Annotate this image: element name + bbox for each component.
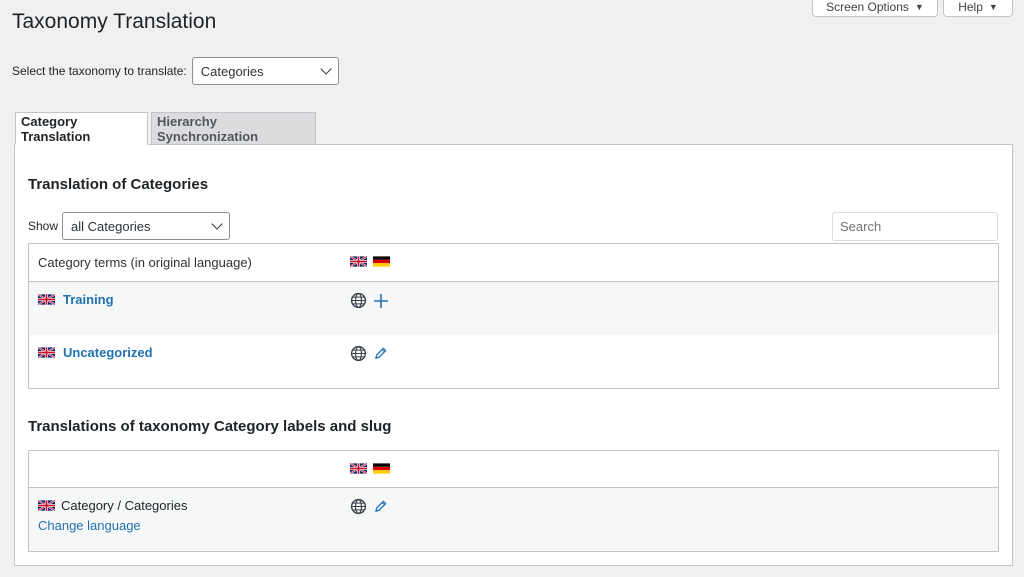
taxonomy-select-value: Categories [200, 63, 264, 79]
table-row: Training [29, 282, 998, 335]
translation-panel: Translation of Categories Show all Categ… [14, 144, 1013, 566]
show-filter-row: Show all Categories [28, 212, 231, 240]
pencil-icon[interactable] [373, 346, 388, 361]
help-label: Help [958, 0, 983, 14]
taxonomy-selector-row: Select the taxonomy to translate: Catego… [12, 57, 339, 85]
english-flag-icon [38, 500, 55, 511]
globe-icon[interactable] [350, 345, 367, 362]
tab-category-translation[interactable]: Category Translation [15, 112, 148, 145]
terms-header-label: Category terms (in original language) [38, 255, 252, 270]
globe-icon[interactable] [350, 292, 367, 309]
category-label-text: Category / Categories [61, 498, 188, 513]
term-link-training[interactable]: Training [63, 292, 114, 307]
chevron-down-icon [211, 218, 223, 230]
caret-down-icon: ▼ [914, 2, 924, 12]
terms-table-header: Category terms (in original language) [29, 244, 998, 282]
globe-icon[interactable] [350, 498, 367, 515]
labels-table: Category / Categories Change language [28, 450, 999, 552]
plus-icon[interactable] [373, 293, 389, 309]
show-filter-value: all Categories [71, 218, 151, 234]
search-input[interactable] [832, 212, 998, 241]
terms-table: Category terms (in original language) Tr… [28, 243, 999, 389]
table-row: Category / Categories Change language [29, 488, 998, 551]
labels-table-header [29, 451, 998, 488]
table-row: Uncategorized [29, 335, 998, 388]
taxonomy-select[interactable]: Categories [191, 57, 339, 85]
page-title: Taxonomy Translation [12, 10, 217, 33]
screen-options-label: Screen Options [826, 0, 909, 14]
english-flag-icon [350, 463, 367, 474]
term-link-uncategorized[interactable]: Uncategorized [63, 345, 153, 360]
german-flag-icon [373, 256, 390, 267]
english-flag-icon [350, 256, 367, 267]
pencil-icon[interactable] [373, 499, 388, 514]
german-flag-icon [373, 463, 390, 474]
terms-section-title: Translation of Categories [28, 176, 209, 193]
screen-options-button[interactable]: Screen Options ▼ [812, 0, 938, 17]
show-label: Show [28, 219, 59, 233]
tab-hierarchy-synchronization[interactable]: Hierarchy Synchronization [151, 112, 316, 145]
caret-down-icon: ▼ [988, 2, 998, 12]
change-language-link[interactable]: Change language [38, 518, 141, 533]
labels-section-title: Translations of taxonomy Category labels… [28, 418, 392, 435]
help-button[interactable]: Help ▼ [943, 0, 1013, 17]
chevron-down-icon [320, 63, 332, 75]
english-flag-icon [38, 294, 55, 305]
taxonomy-select-label: Select the taxonomy to translate: [12, 64, 187, 78]
show-filter-select[interactable]: all Categories [62, 212, 231, 240]
english-flag-icon [38, 347, 55, 358]
